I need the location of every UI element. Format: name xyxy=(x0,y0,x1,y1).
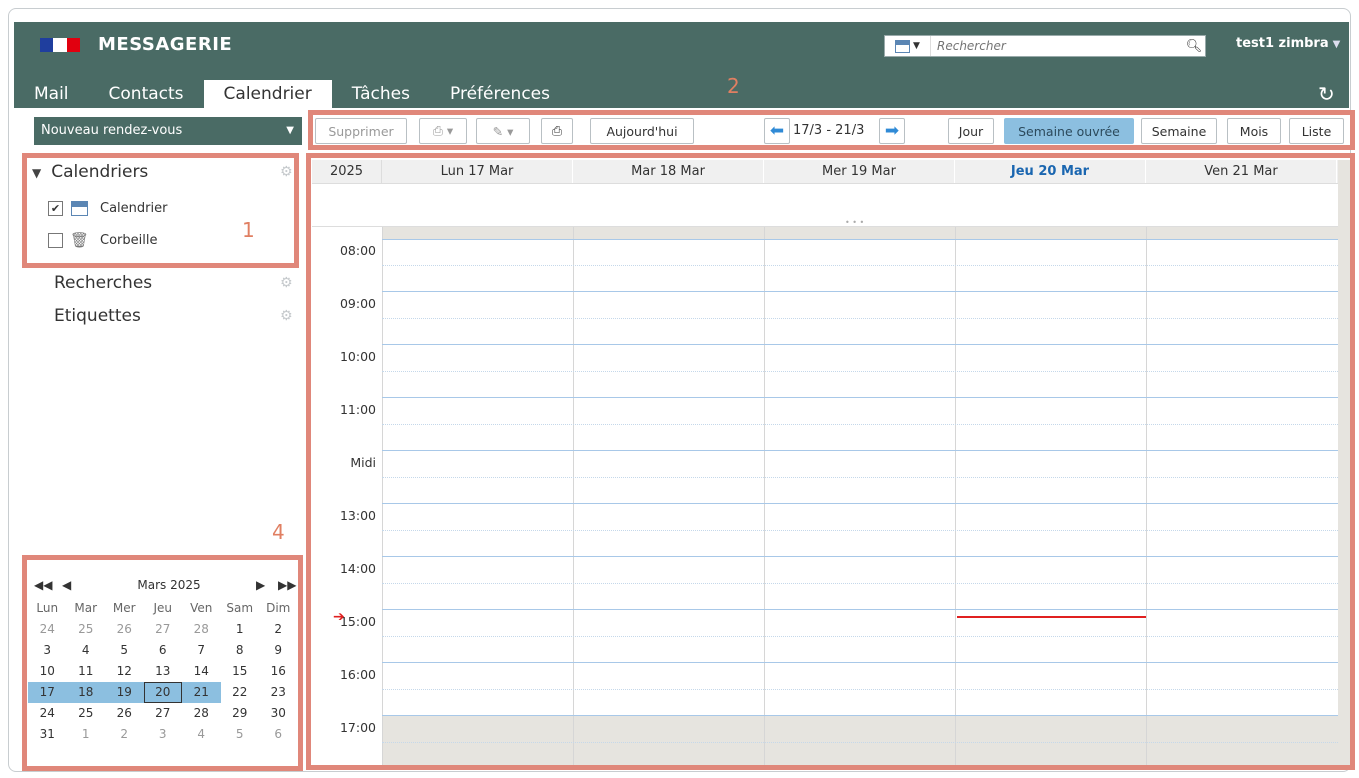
highlight-box-3 xyxy=(306,153,1355,770)
main-tabs: Mail Contacts Calendrier Tâches Préféren… xyxy=(14,80,570,108)
new-appointment-button[interactable]: Nouveau rendez-vous ▼ xyxy=(34,117,302,145)
app-brand: MESSAGERIE xyxy=(98,34,233,55)
tab-tasks[interactable]: Tâches xyxy=(332,80,430,108)
highlight-box-4 xyxy=(22,555,303,771)
tab-contacts[interactable]: Contacts xyxy=(89,80,204,108)
calendar-icon xyxy=(895,39,911,53)
tab-preferences[interactable]: Préférences xyxy=(430,80,570,108)
searches-section[interactable]: Recherches xyxy=(54,273,152,293)
tab-mail[interactable]: Mail xyxy=(14,80,89,108)
search-box: ▼ 🔍︎ xyxy=(884,35,1206,57)
flag-logo-icon xyxy=(40,38,80,52)
gear-icon[interactable]: ⚙ xyxy=(280,308,293,324)
tags-section[interactable]: Etiquettes xyxy=(54,306,141,326)
search-type-dropdown[interactable]: ▼ xyxy=(885,36,931,56)
tab-calendar[interactable]: Calendrier xyxy=(203,80,332,108)
search-input[interactable] xyxy=(931,36,1183,56)
highlight-box-2 xyxy=(308,110,1355,150)
chevron-down-icon: ▼ xyxy=(913,41,920,51)
refresh-icon[interactable]: ↻ xyxy=(1318,82,1335,106)
gear-icon[interactable]: ⚙ xyxy=(280,275,293,291)
highlight-box-1 xyxy=(22,153,299,268)
new-appointment-label: Nouveau rendez-vous xyxy=(41,123,183,138)
search-icon[interactable]: 🔍︎ xyxy=(1183,36,1205,56)
user-name: test1 zimbra xyxy=(1236,36,1329,51)
user-menu[interactable]: test1 zimbra ▼ xyxy=(1236,36,1340,51)
annotation-4: 4 xyxy=(272,520,285,544)
chevron-down-icon[interactable]: ▼ xyxy=(286,117,294,145)
annotation-2: 2 xyxy=(727,74,740,98)
chevron-down-icon: ▼ xyxy=(1332,39,1341,50)
